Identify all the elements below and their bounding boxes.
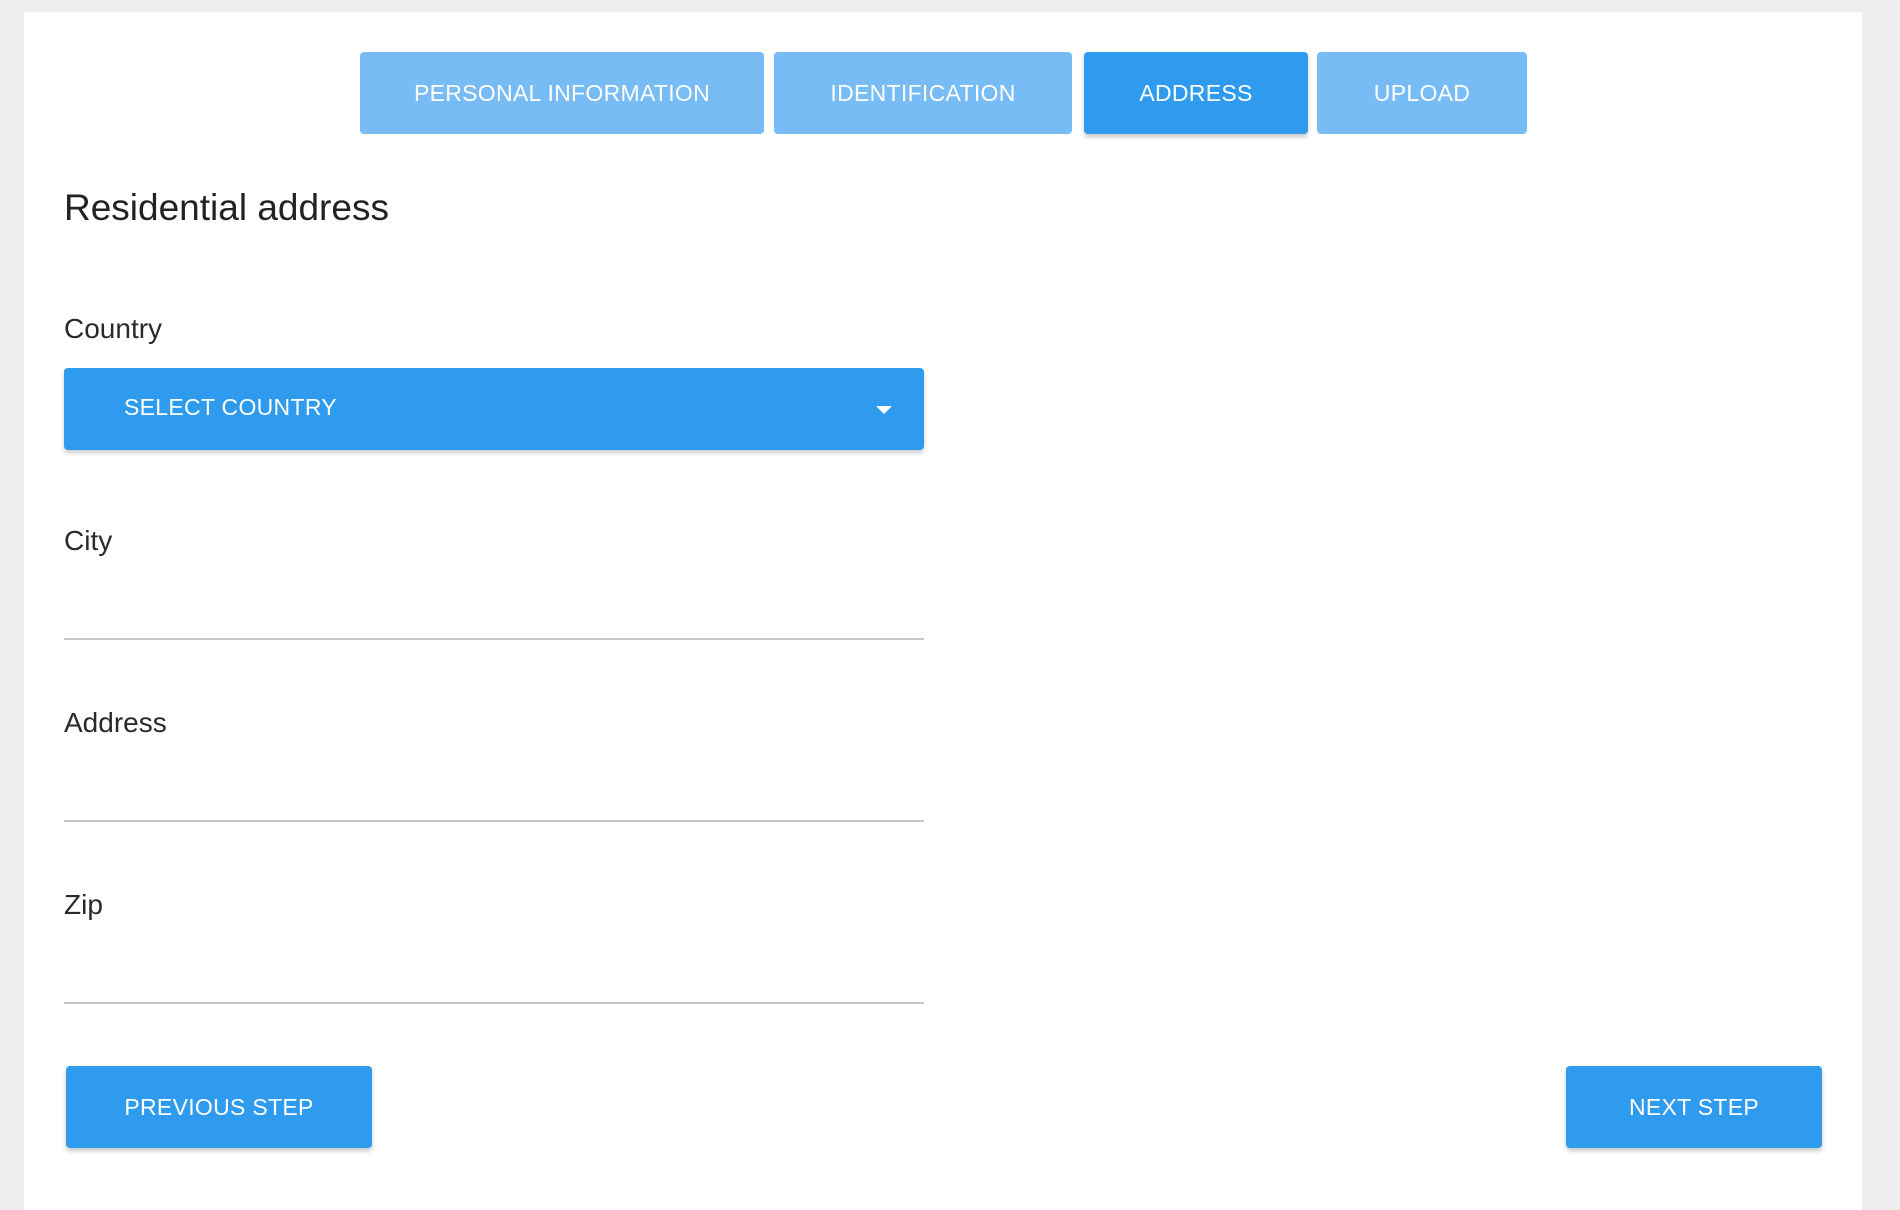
previous-step-button[interactable]: PREVIOUS STEP: [66, 1066, 372, 1148]
tab-identification[interactable]: IDENTIFICATION: [774, 52, 1072, 134]
zip-label: Zip: [64, 889, 103, 920]
tab-upload[interactable]: UPLOAD: [1317, 52, 1527, 134]
zip-input[interactable]: [64, 952, 924, 1004]
tab-address[interactable]: ADDRESS: [1084, 52, 1308, 134]
address-label: Address: [64, 707, 167, 738]
form-card: PERSONAL INFORMATION IDENTIFICATION ADDR…: [24, 12, 1862, 1210]
address-input[interactable]: [64, 770, 924, 822]
country-label: Country: [64, 313, 163, 344]
stepper-tabs: PERSONAL INFORMATION IDENTIFICATION ADDR…: [24, 52, 1862, 134]
city-input[interactable]: [64, 588, 924, 640]
city-label: City: [64, 525, 113, 556]
tab-personal-information[interactable]: PERSONAL INFORMATION: [360, 52, 764, 134]
next-step-button[interactable]: NEXT STEP: [1566, 1066, 1822, 1148]
caret-down-icon: [876, 406, 892, 414]
country-select[interactable]: SELECT COUNTRY: [64, 368, 924, 450]
country-select-value: SELECT COUNTRY: [124, 394, 337, 420]
section-title: Residential address: [64, 187, 389, 228]
